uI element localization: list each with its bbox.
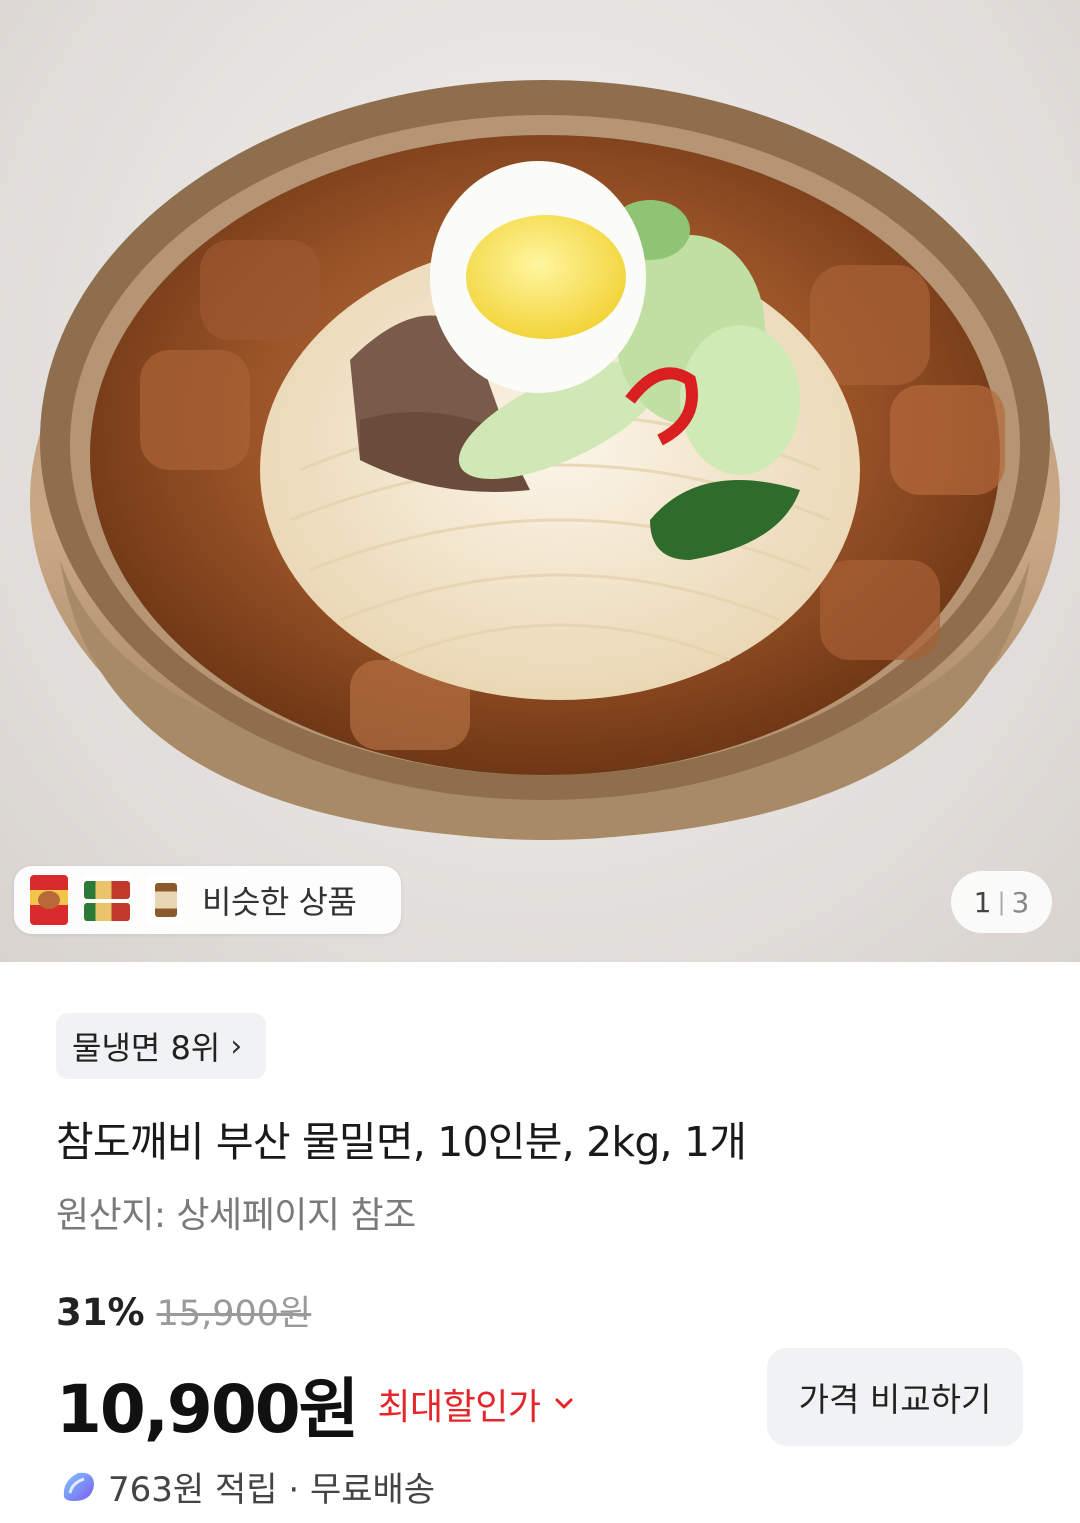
similar-product-thumb-1	[30, 875, 68, 925]
similar-product-thumb-3	[146, 875, 184, 925]
category-rank-chip[interactable]: 물냉면 8위 ›	[56, 1013, 267, 1079]
similar-products-button[interactable]: 비슷한 상품	[14, 866, 401, 934]
max-discount-toggle[interactable]: 최대할인가	[373, 1378, 576, 1430]
sale-price: 10,900원	[56, 1371, 359, 1448]
page-separator: |	[997, 888, 1006, 916]
benefits-text: 763원 적립 · 무료배송	[108, 1470, 436, 1510]
similar-products-label: 비슷한 상품	[202, 883, 357, 921]
discount-rate: 31%	[56, 1291, 145, 1334]
product-image-gallery[interactable]: 비슷한 상품 1 | 3	[0, 0, 1080, 962]
reward-points-icon	[63, 1472, 94, 1501]
chevron-right-icon: ›	[230, 1028, 243, 1064]
image-page-indicator: 1 | 3	[951, 871, 1052, 933]
page-total: 3	[1011, 885, 1030, 919]
compare-prices-button[interactable]: 가격 비교하기	[767, 1348, 1023, 1446]
price-row: 10,900원 최대할인가	[56, 1356, 577, 1452]
discount-row: 31% 15,900원	[56, 1285, 311, 1336]
product-origin: 원산지: 상세페이지 참조	[56, 1195, 416, 1236]
naengmyeon-bowl-photo	[30, 80, 1060, 840]
benefits-row: 763원 적립 · 무료배송	[58, 1462, 435, 1511]
category-rank-label: 물냉면 8위	[72, 1029, 221, 1067]
page-current: 1	[973, 885, 992, 919]
original-price: 15,900원	[156, 1294, 312, 1334]
chevron-down-icon	[555, 1398, 573, 1409]
similar-product-thumb-2	[82, 875, 132, 925]
max-discount-label: 최대할인가	[377, 1387, 541, 1428]
product-title: 참도깨비 부산 물밀면, 10인분, 2kg, 1개	[56, 1118, 747, 1166]
